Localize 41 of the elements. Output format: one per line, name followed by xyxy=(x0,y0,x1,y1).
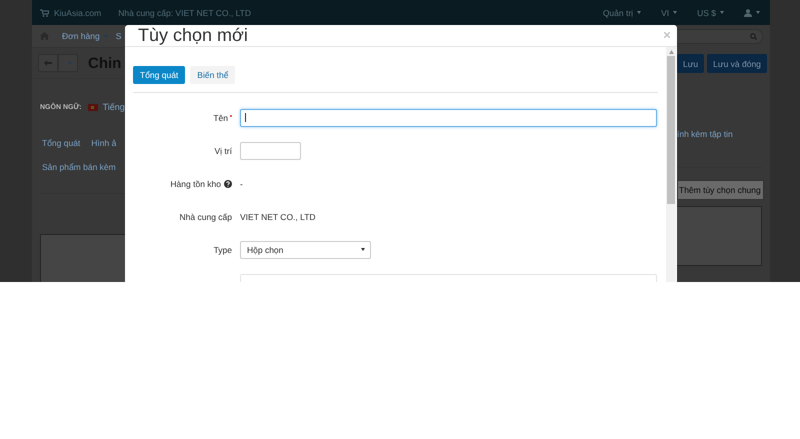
nav-menu-item[interactable]: S xyxy=(116,31,122,41)
user-menu[interactable] xyxy=(744,8,760,16)
back-arrow-icon xyxy=(44,60,52,66)
supplier-label: Nhà cung cấp: VIET NET CO., LTD xyxy=(118,8,251,18)
back-button[interactable] xyxy=(38,54,58,72)
input-field[interactable] xyxy=(240,108,657,126)
help-icon[interactable] xyxy=(224,180,232,188)
field-label: Vị trí xyxy=(214,146,232,156)
search-icon xyxy=(750,33,757,40)
save-button[interactable]: Lưu và đóng xyxy=(707,54,767,73)
brand-link[interactable]: KiuAsia.com xyxy=(54,8,102,18)
section-tab[interactable]: Tổng quát xyxy=(42,138,80,148)
language-link[interactable]: Tiếng xyxy=(102,102,125,112)
user-icon xyxy=(744,8,752,16)
field-value: VIET NET CO., LTD xyxy=(240,212,316,222)
scroll-up-icon[interactable] xyxy=(668,50,674,54)
save-button[interactable]: Lưu xyxy=(677,54,704,73)
search-field[interactable] xyxy=(677,29,763,44)
dialog-tab[interactable]: Tổng quát xyxy=(133,66,186,84)
section-tab[interactable]: Sản phẩm bán kèm xyxy=(42,162,116,172)
section-tab[interactable]: Hình ả xyxy=(91,138,116,148)
field-label: Hàng tồn kho xyxy=(170,178,221,188)
nav-menu-item[interactable]: Đơn hàng xyxy=(62,31,108,41)
navbar-menu[interactable]: VI xyxy=(661,8,678,18)
field-label: Nhà cung cấp xyxy=(180,212,232,222)
navbar-menu[interactable]: US $ xyxy=(697,8,724,18)
type-select[interactable]: Hộp chọn xyxy=(240,240,371,258)
flag-icon xyxy=(88,104,98,110)
cart-icon xyxy=(40,8,49,16)
navbar-menu[interactable]: Quản trị xyxy=(602,8,642,18)
dropdown-button[interactable] xyxy=(58,54,78,72)
section-tab[interactable]: ính kèm tập tin xyxy=(677,129,759,139)
field-label: Tên xyxy=(213,112,228,122)
close-icon[interactable] xyxy=(664,32,670,38)
field-label: Type xyxy=(214,244,232,254)
field-value: - xyxy=(240,178,243,188)
add-option-button[interactable]: Thêm tùy chọn chung xyxy=(677,180,764,200)
dialog-tab[interactable]: Biến thể xyxy=(190,66,236,84)
dialog-title: Tùy chọn mới xyxy=(138,25,248,46)
scrollbar[interactable] xyxy=(666,47,676,282)
input-field[interactable] xyxy=(240,142,301,160)
